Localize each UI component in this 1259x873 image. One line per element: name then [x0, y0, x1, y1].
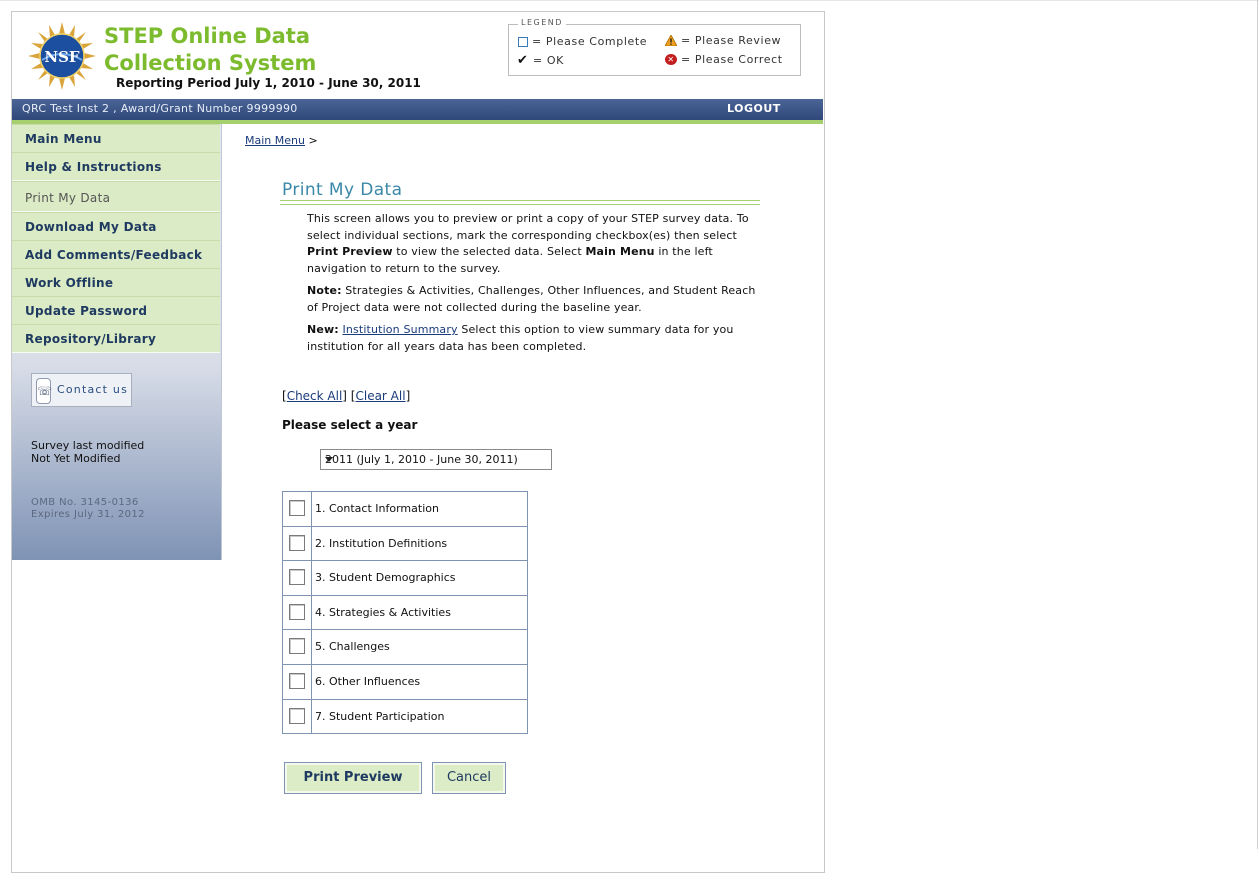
legend-box [508, 24, 801, 76]
contact-us-button[interactable]: ☏ Contact us [31, 373, 132, 407]
sidebar-item-repository[interactable]: Repository/Library [12, 324, 220, 353]
sidebar: Main Menu Help & Instructions Print My D… [12, 124, 222, 560]
breadcrumb-separator: > [308, 134, 318, 147]
sidebar-item-help[interactable]: Help & Instructions [12, 152, 220, 181]
section-checkbox[interactable] [289, 672, 305, 689]
app-title: STEP Online Data Collection System [104, 24, 317, 75]
title-underline [280, 200, 760, 205]
intro-paragraph: This screen allows you to preview or pri… [307, 212, 749, 275]
note-paragraph: Note: Strategies & Activities, Challenge… [307, 284, 756, 314]
section-checkbox[interactable] [289, 603, 305, 620]
instructions: This screen allows you to preview or pri… [307, 211, 767, 361]
checkmark-icon: ✔ [517, 53, 529, 68]
table-row: 4. Strategies & Activities [283, 595, 527, 631]
table-row: 3. Student Demographics [283, 561, 527, 596]
nsf-logo: NSF [28, 22, 96, 90]
sidebar-item-work-offline[interactable]: Work Offline [12, 268, 220, 297]
institution-summary-link[interactable]: Institution Summary [342, 323, 457, 336]
table-row: 1. Contact Information [283, 492, 527, 527]
top-edge [0, 0, 1259, 1]
survey-modified-label: Survey last modified [31, 439, 145, 452]
check-links: [Check All] [Clear All] [282, 389, 411, 403]
logout-link[interactable]: LOGOUT [727, 102, 781, 115]
sidebar-item-print-my-data[interactable]: Print My Data [12, 181, 220, 212]
legend-please-review: = Please Review [665, 34, 781, 47]
legend-please-complete: = Please Complete [518, 35, 647, 48]
legend-title: LEGEND [518, 18, 566, 27]
error-icon: ✕ [665, 54, 677, 65]
empty-box-icon [518, 36, 528, 47]
section-checkbox[interactable] [289, 569, 305, 586]
svg-text:NSF: NSF [44, 48, 80, 66]
sidebar-item-download[interactable]: Download My Data [12, 212, 220, 241]
print-preview-button[interactable]: Print Preview [284, 762, 422, 794]
institution-info: QRC Test Inst 2 , Award/Grant Number 999… [22, 102, 298, 115]
top-navigation-bar: QRC Test Inst 2 , Award/Grant Number 999… [12, 99, 823, 120]
year-select[interactable]: 2011 (July 1, 2010 - June 30, 2011) [320, 449, 552, 470]
check-all-link[interactable]: Check All [287, 389, 343, 403]
legend-please-correct: ✕ = Please Correct [665, 53, 783, 66]
omb-number: OMB No. 3145-0136 [31, 497, 139, 508]
survey-modified-value: Not Yet Modified [31, 452, 121, 465]
breadcrumb-main-menu-link[interactable]: Main Menu [245, 134, 305, 147]
table-row: 5. Challenges [283, 630, 527, 665]
sections-table: 1. Contact Information 2. Institution De… [282, 491, 528, 735]
section-checkbox[interactable] [289, 707, 305, 724]
chevron-down-icon [325, 457, 333, 462]
section-checkbox[interactable] [289, 534, 305, 551]
breadcrumb: Main Menu > [245, 134, 318, 147]
sidebar-item-comments[interactable]: Add Comments/Feedback [12, 240, 220, 269]
legend-ok: ✔ = OK [517, 53, 564, 68]
table-row: 6. Other Influences [283, 664, 527, 700]
cancel-button[interactable]: Cancel [432, 762, 506, 794]
warning-icon [665, 35, 677, 46]
section-checkbox[interactable] [289, 500, 305, 516]
page-title: Print My Data [282, 180, 403, 200]
window-edge [1257, 0, 1258, 849]
section-checkbox[interactable] [289, 638, 305, 655]
year-prompt: Please select a year [282, 418, 418, 432]
phone-icon: ☏ [36, 378, 52, 404]
sidebar-item-main-menu[interactable]: Main Menu [12, 124, 220, 153]
omb-expires: Expires July 31, 2012 [31, 509, 145, 520]
sidebar-item-update-password[interactable]: Update Password [12, 296, 220, 325]
table-row: 7. Student Participation [283, 699, 527, 734]
new-paragraph: New: Institution Summary Select this opt… [307, 323, 734, 353]
reporting-period: Reporting Period July 1, 2010 - June 30,… [116, 76, 421, 90]
table-row: 2. Institution Definitions [283, 526, 527, 562]
clear-all-link[interactable]: Clear All [355, 389, 405, 403]
